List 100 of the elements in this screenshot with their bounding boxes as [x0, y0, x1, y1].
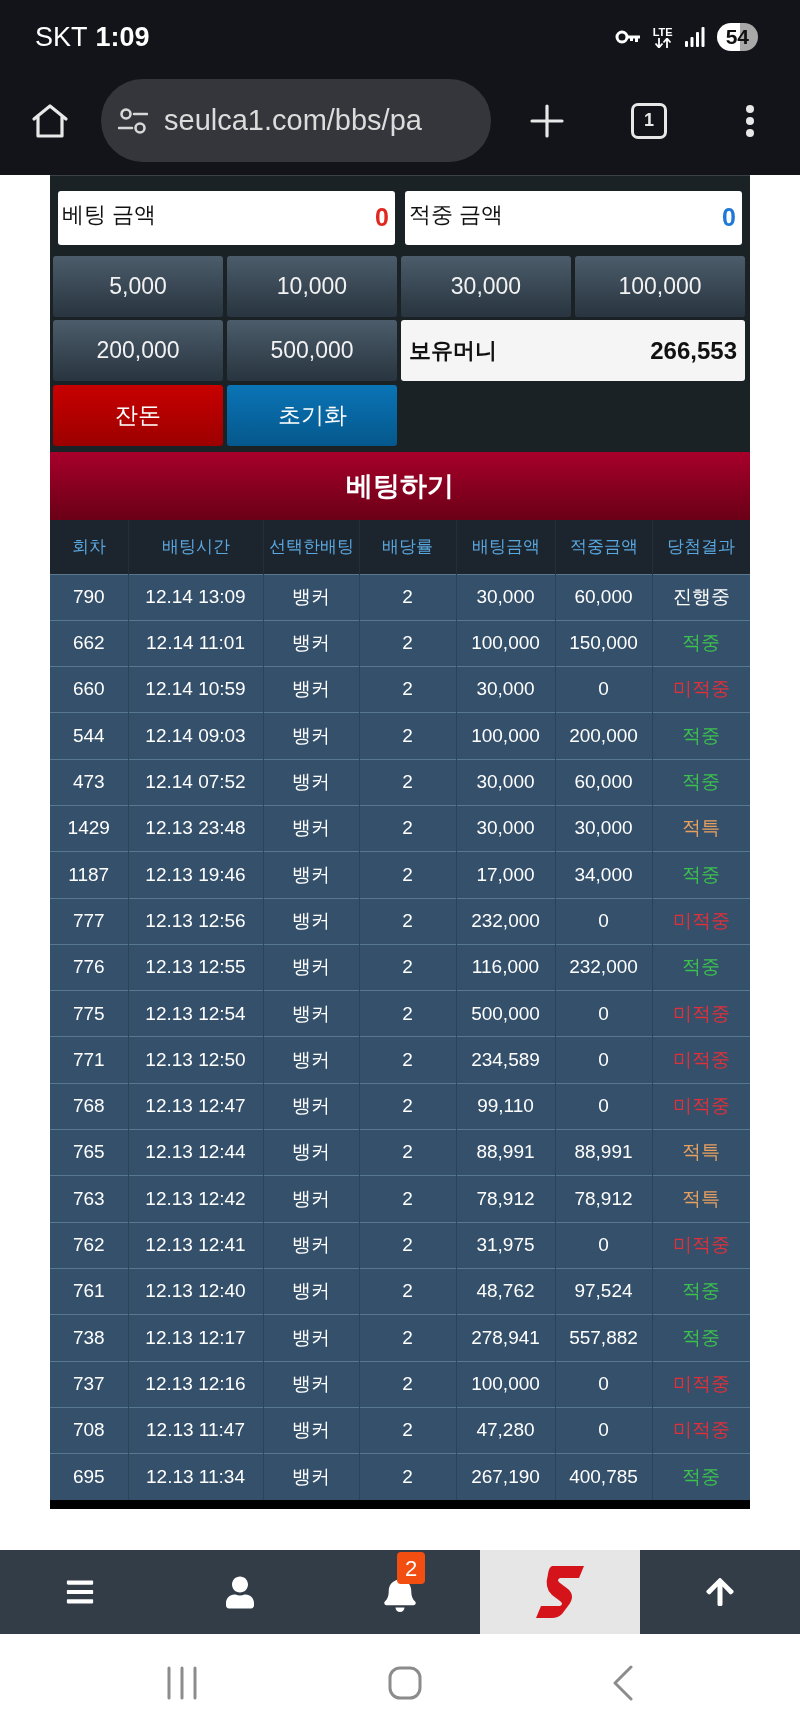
result-cell: 미적중 [652, 1222, 750, 1269]
result-cell: 적중 [652, 944, 750, 991]
table-cell: 12.14 10:59 [128, 666, 263, 713]
table-cell: 0 [555, 1083, 652, 1130]
amount-button[interactable]: 500,000 [227, 320, 397, 381]
action-button[interactable]: 초기화 [227, 385, 397, 446]
home-nav-icon[interactable] [388, 1666, 422, 1700]
table-cell: 30,000 [456, 574, 555, 621]
more-menu-icon[interactable] [745, 103, 755, 138]
back-icon[interactable] [612, 1665, 634, 1701]
table-cell: 2 [359, 944, 456, 991]
result-cell: 미적중 [652, 898, 750, 945]
result-cell: 적특 [652, 1175, 750, 1223]
table-cell: 2 [359, 1175, 456, 1223]
site-settings-icon[interactable] [118, 107, 148, 134]
place-bet-button[interactable]: 베팅하기 [50, 452, 750, 520]
table-cell: 2 [359, 1222, 456, 1269]
column-header: 적중금액 [555, 520, 652, 574]
table-cell: 2 [359, 1083, 456, 1130]
url-text[interactable]: seulca1.com/bbs/pa [164, 98, 422, 143]
table-cell: 뱅커 [263, 944, 359, 991]
table-cell: 660 [50, 666, 128, 713]
table-cell: 12.14 13:09 [128, 574, 263, 621]
table-cell: 768 [50, 1083, 128, 1130]
network-type: LTE [652, 26, 673, 38]
table-cell: 0 [555, 1361, 652, 1408]
table-cell: 뱅커 [263, 1222, 359, 1269]
amount-button[interactable]: 200,000 [53, 320, 223, 381]
table-cell: 2 [359, 759, 456, 806]
table-cell: 708 [50, 1407, 128, 1454]
table-cell: 763 [50, 1175, 128, 1223]
result-cell: 적특 [652, 805, 750, 852]
table-cell: 0 [555, 1036, 652, 1084]
column-header: 배팅금액 [456, 520, 555, 574]
table-cell: 2 [359, 1453, 456, 1500]
address-bar[interactable]: seulca1.com/bbs/pa [101, 79, 491, 162]
table-cell: 34,000 [555, 851, 652, 899]
table-cell: 뱅커 [263, 1314, 359, 1362]
table-cell: 2 [359, 1314, 456, 1362]
table-cell: 2 [359, 1268, 456, 1315]
table-cell: 232,000 [456, 898, 555, 945]
table-cell: 12.13 12:17 [128, 1314, 263, 1362]
amount-button[interactable]: 100,000 [575, 256, 745, 317]
table-cell: 12.13 11:34 [128, 1453, 263, 1500]
table-cell: 0 [555, 1222, 652, 1269]
table-cell: 400,785 [555, 1453, 652, 1500]
table-cell: 2 [359, 1361, 456, 1408]
table-cell: 544 [50, 712, 128, 760]
field-label: 적중 금액 [409, 200, 504, 229]
result-cell: 적중 [652, 851, 750, 899]
table-cell: 0 [555, 666, 652, 713]
table-cell: 뱅커 [263, 851, 359, 899]
table-cell: 776 [50, 944, 128, 991]
table-cell: 31,975 [456, 1222, 555, 1269]
result-cell: 미적중 [652, 990, 750, 1037]
table-cell: 12.14 09:03 [128, 712, 263, 760]
table-cell: 267,190 [456, 1453, 555, 1500]
table-cell: 775 [50, 990, 128, 1037]
result-cell: 미적중 [652, 1407, 750, 1454]
table-cell: 뱅커 [263, 1129, 359, 1176]
field-label: 베팅 금액 [62, 200, 157, 229]
result-cell: 미적중 [652, 1083, 750, 1130]
table-cell: 60,000 [555, 574, 652, 621]
table-cell: 662 [50, 620, 128, 667]
table-cell: 뱅커 [263, 712, 359, 760]
column-header: 당첨결과 [652, 520, 750, 574]
signal-icon [684, 27, 705, 47]
table-cell: 60,000 [555, 759, 652, 806]
table-cell: 2 [359, 990, 456, 1037]
table-cell: 48,762 [456, 1268, 555, 1315]
notifications-button[interactable]: 2 [320, 1550, 480, 1634]
table-cell: 12.13 23:48 [128, 805, 263, 852]
table-cell: 2 [359, 851, 456, 899]
user-icon[interactable] [226, 1575, 254, 1609]
table-cell: 765 [50, 1129, 128, 1176]
logo-icon[interactable] [534, 1564, 586, 1620]
table-cell: 30,000 [456, 759, 555, 806]
table-cell: 1187 [50, 851, 128, 899]
recent-apps-icon[interactable] [166, 1666, 198, 1700]
table-cell: 뱅커 [263, 666, 359, 713]
table-cell: 12.13 12:44 [128, 1129, 263, 1176]
tab-switcher-button[interactable]: 1 [631, 102, 667, 139]
table-cell: 78,912 [555, 1175, 652, 1223]
amount-button[interactable]: 5,000 [53, 256, 223, 317]
table-cell: 2 [359, 898, 456, 945]
table-cell: 88,991 [456, 1129, 555, 1176]
table-cell: 88,991 [555, 1129, 652, 1176]
table-cell: 12.13 12:41 [128, 1222, 263, 1269]
table-cell: 2 [359, 620, 456, 667]
table-cell: 790 [50, 574, 128, 621]
carrier-name: SKT [35, 20, 88, 54]
balance-label: 보유머니 [409, 337, 497, 365]
up-arrow-icon[interactable] [704, 1576, 736, 1608]
table-cell: 200,000 [555, 712, 652, 760]
table-cell: 0 [555, 1407, 652, 1454]
amount-button[interactable]: 10,000 [227, 256, 397, 317]
amount-button[interactable]: 30,000 [401, 256, 571, 317]
home-logo-button[interactable] [480, 1550, 640, 1634]
table-cell: 12.13 11:47 [128, 1407, 263, 1454]
action-button[interactable]: 잔돈 [53, 385, 223, 446]
